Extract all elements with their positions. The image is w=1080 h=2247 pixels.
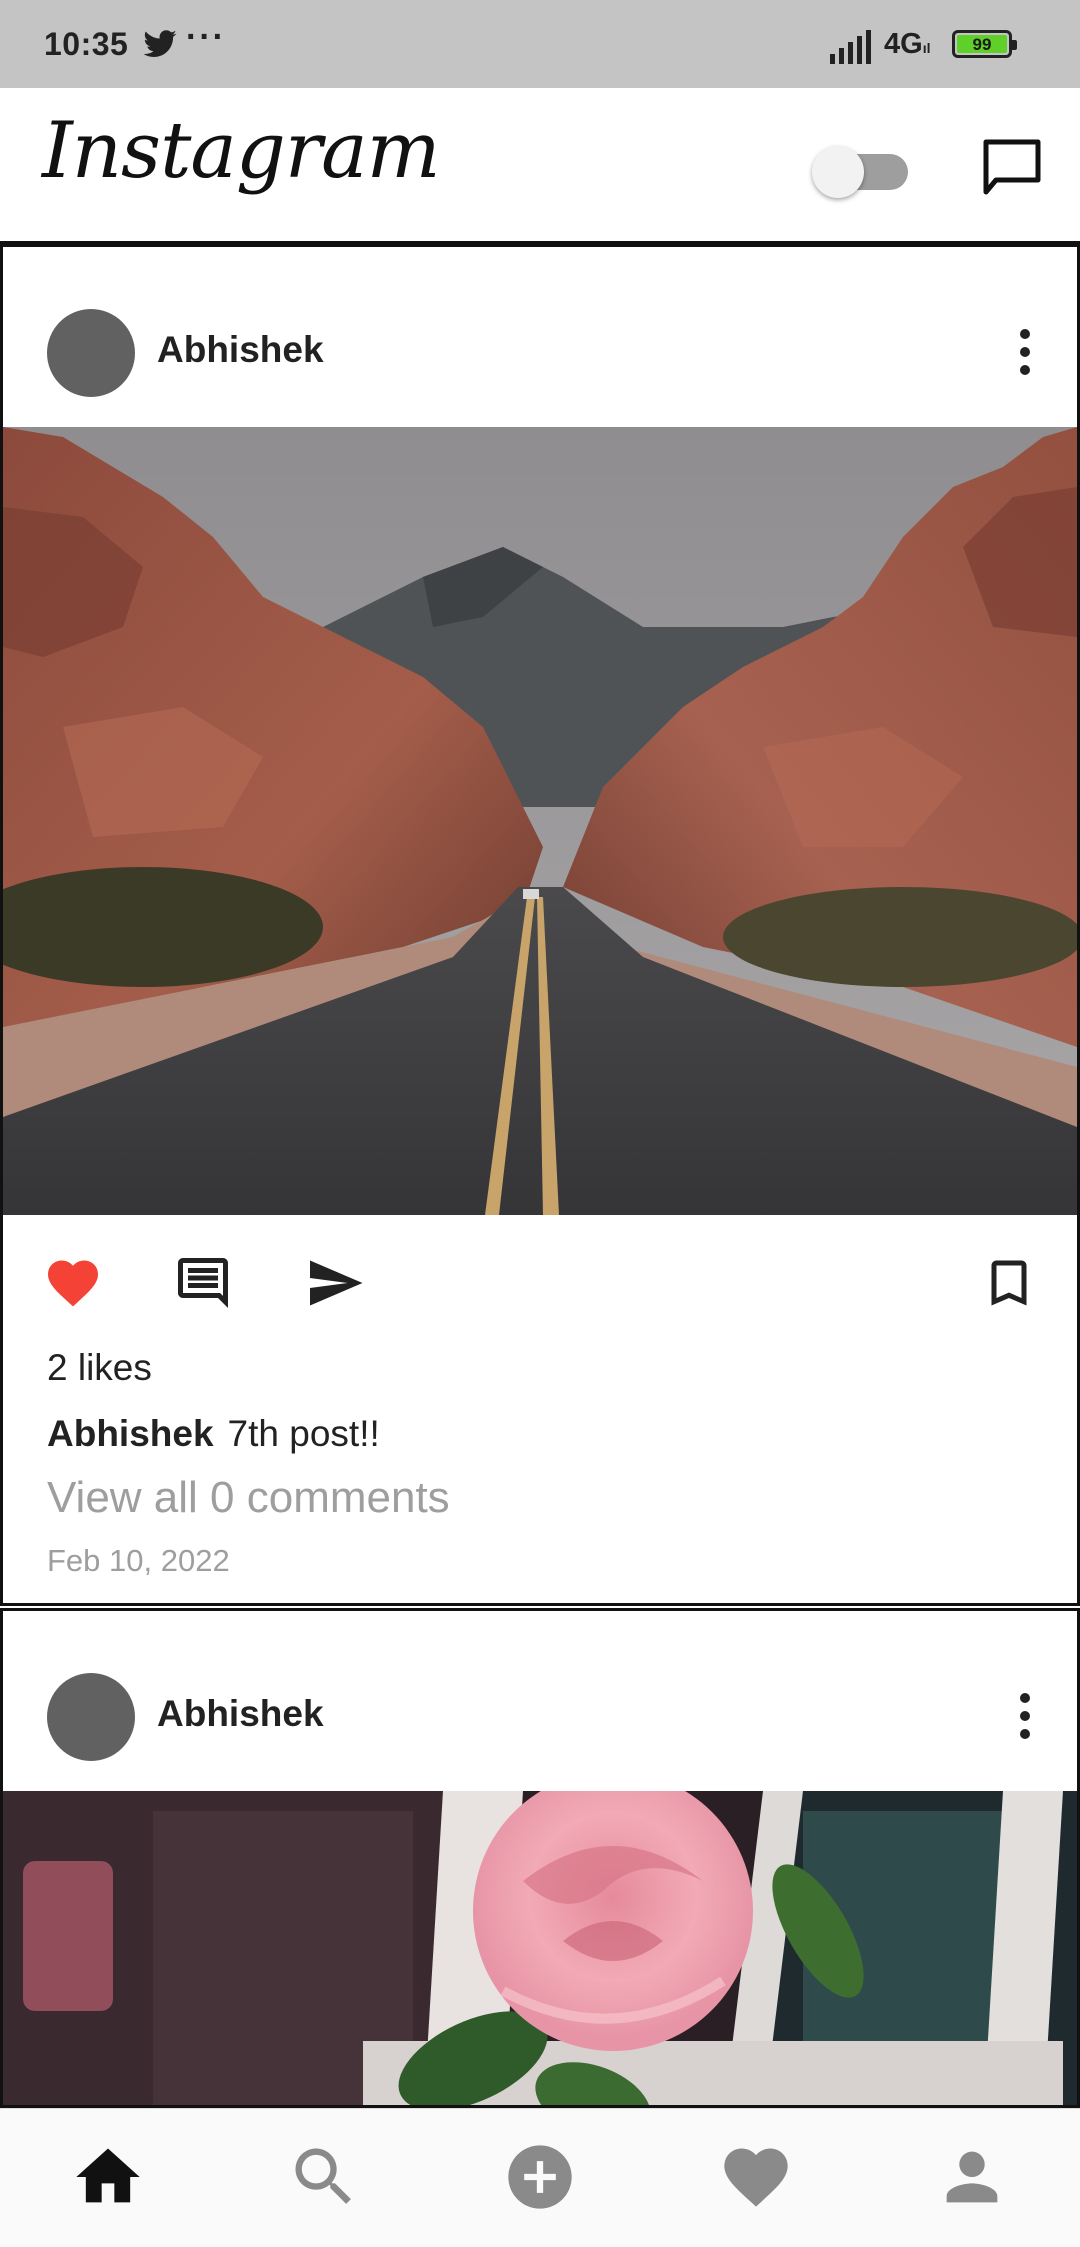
signal-strength-icon xyxy=(830,30,871,64)
post-image[interactable] xyxy=(3,1791,1077,2108)
post-card: Abhishek xyxy=(0,1608,1080,2108)
likes-count[interactable]: 2 likes xyxy=(47,1347,152,1389)
post-image[interactable] xyxy=(3,427,1077,1215)
caption-username[interactable]: Abhishek xyxy=(47,1413,214,1454)
more-options-icon[interactable] xyxy=(1017,1693,1033,1745)
post-username[interactable]: Abhishek xyxy=(157,329,324,371)
send-icon[interactable] xyxy=(303,1253,367,1313)
twitter-notification-icon xyxy=(143,30,177,57)
post-header: Abhishek xyxy=(3,1611,1077,1791)
avatar[interactable] xyxy=(47,309,135,397)
post-date: Feb 10, 2022 xyxy=(47,1543,230,1578)
status-bar: 10:35 ··· 4Gıl 99 xyxy=(0,0,1080,88)
theme-toggle[interactable] xyxy=(812,140,914,198)
home-icon[interactable] xyxy=(70,2139,146,2215)
battery-level: 99 xyxy=(957,35,1007,54)
post-caption: Abhishek 7th post!! xyxy=(47,1413,380,1455)
instagram-logo: Instagram xyxy=(42,106,441,196)
message-icon[interactable] xyxy=(980,136,1044,200)
network-type: 4Gıl xyxy=(884,28,931,60)
post-card: Abhishek xyxy=(0,244,1080,1606)
heart-icon[interactable] xyxy=(41,1253,105,1313)
view-comments-link[interactable]: View all 0 comments xyxy=(47,1473,450,1523)
activity-heart-icon[interactable] xyxy=(718,2139,794,2215)
avatar[interactable] xyxy=(47,1673,135,1761)
post-header: Abhishek xyxy=(3,247,1077,427)
toggle-knob xyxy=(812,146,864,198)
bottom-navigation xyxy=(0,2108,1080,2247)
status-time: 10:35 xyxy=(44,26,129,62)
battery-icon: 99 xyxy=(952,30,1017,58)
status-more-dots: ··· xyxy=(186,18,226,56)
more-options-icon[interactable] xyxy=(1017,329,1033,381)
app-header: Instagram xyxy=(0,88,1080,244)
bookmark-icon[interactable] xyxy=(977,1253,1041,1313)
add-post-icon[interactable] xyxy=(502,2139,578,2215)
post-username[interactable]: Abhishek xyxy=(157,1693,324,1735)
profile-icon[interactable] xyxy=(934,2139,1010,2215)
caption-text: 7th post!! xyxy=(227,1413,380,1454)
post-action-bar xyxy=(3,1215,1077,1345)
comment-icon[interactable] xyxy=(171,1253,235,1313)
search-icon[interactable] xyxy=(286,2139,362,2215)
